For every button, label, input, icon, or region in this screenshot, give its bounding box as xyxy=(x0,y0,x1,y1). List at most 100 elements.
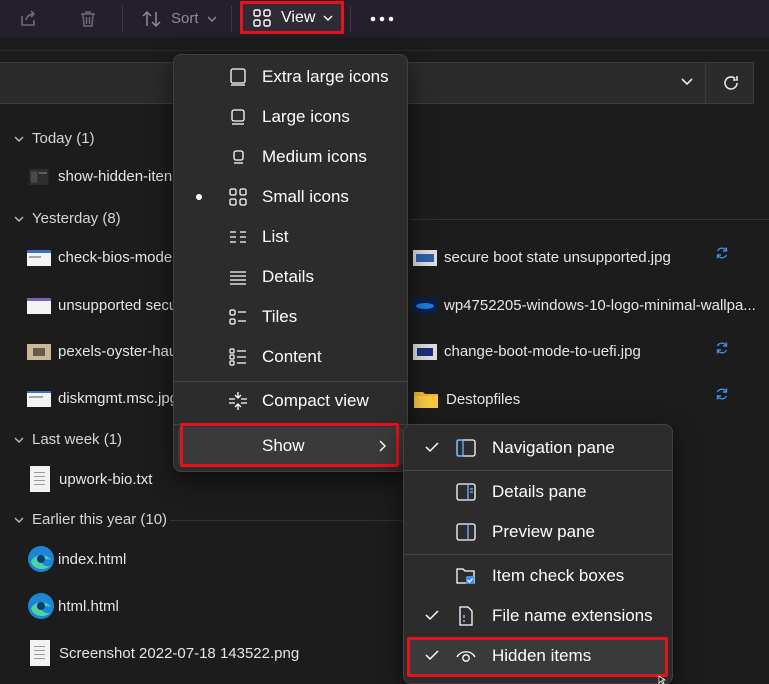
group-header-last-week[interactable]: Last week (1) xyxy=(14,431,122,448)
chevron-down-icon xyxy=(681,78,693,86)
image-thumbnail-icon xyxy=(413,297,437,314)
delete-button[interactable] xyxy=(78,0,98,37)
menu-item-label: Details pane xyxy=(492,482,587,501)
image-thumbnail-icon xyxy=(27,297,51,314)
view-button[interactable]: View xyxy=(240,1,344,34)
navigation-pane-icon xyxy=(456,439,476,457)
image-thumbnail-icon xyxy=(27,249,51,266)
selected-bullet-icon xyxy=(196,194,202,200)
more-options-button[interactable] xyxy=(370,0,394,37)
file-name: unsupported secu xyxy=(58,297,178,314)
menu-item-label: Small icons xyxy=(262,187,349,206)
menu-item-label: Navigation pane xyxy=(492,438,615,457)
file-item[interactable]: wp4752205-windows-10-logo-minimal-wallpa… xyxy=(413,297,756,314)
edge-browser-icon xyxy=(28,546,54,572)
menu-item-label: Large icons xyxy=(262,107,350,126)
view-label: View xyxy=(281,8,316,26)
sort-icon xyxy=(142,10,161,27)
menu-item-medium-icons[interactable]: Medium icons xyxy=(178,138,403,176)
file-item[interactable]: html.html xyxy=(27,592,119,620)
menu-item-compact-view[interactable]: Compact view xyxy=(178,382,403,420)
group-header-today[interactable]: Today (1) xyxy=(14,130,95,147)
image-thumbnail-icon xyxy=(413,249,437,266)
show-highlight-box xyxy=(180,423,399,467)
delete-icon xyxy=(81,10,95,27)
share-button[interactable] xyxy=(18,0,38,37)
file-item[interactable]: Screenshot 2022-07-18 143522.png xyxy=(30,640,299,666)
file-item[interactable]: pexels-oyster-hau xyxy=(27,343,177,360)
chevron-down-icon xyxy=(207,16,217,22)
menu-item-small-icons[interactable]: Small icons xyxy=(178,178,403,216)
menu-item-navigation-pane[interactable]: Navigation pane xyxy=(408,429,668,467)
menu-item-label: File name extensions xyxy=(492,606,653,625)
menu-separator xyxy=(404,554,672,555)
toolbar-separator xyxy=(231,6,232,32)
menu-item-label: Medium icons xyxy=(262,147,367,166)
file-item[interactable]: secure boot state unsupported.jpg xyxy=(413,249,671,266)
refresh-icon xyxy=(724,76,738,90)
menu-item-label: Compact view xyxy=(262,391,369,410)
menu-item-details-pane[interactable]: Details pane xyxy=(408,473,668,511)
file-name: check-bios-mode xyxy=(58,249,173,266)
menu-item-preview-pane[interactable]: Preview pane xyxy=(408,513,668,551)
sync-status-icon xyxy=(716,388,728,400)
folder-item[interactable]: Destopfiles xyxy=(413,389,520,409)
image-thumbnail-icon xyxy=(27,343,51,360)
chevron-down-icon xyxy=(14,216,24,222)
content-icon xyxy=(229,348,246,366)
file-item[interactable]: show-hidden-iten xyxy=(27,168,172,185)
menu-item-label: Extra large icons xyxy=(262,67,389,86)
menu-item-label: Details xyxy=(262,267,314,286)
folder-icon xyxy=(414,392,438,408)
toolbar-separator xyxy=(350,6,351,32)
refresh-button[interactable] xyxy=(721,73,741,93)
sort-button[interactable]: Sort xyxy=(141,0,217,37)
file-item[interactable]: change-boot-mode-to-uefi.jpg xyxy=(413,343,641,360)
group-divider xyxy=(170,520,402,521)
view-menu: Extra large icons Large icons Medium ico… xyxy=(173,54,408,472)
file-name: diskmgmt.msc.jpg xyxy=(58,390,179,407)
group-header-yesterday[interactable]: Yesterday (8) xyxy=(14,210,121,227)
small-icons-icon xyxy=(229,188,247,206)
menu-item-file-name-extensions[interactable]: File name extensions xyxy=(408,597,668,635)
menu-item-content[interactable]: Content xyxy=(178,338,403,376)
details-pane-icon xyxy=(456,483,476,501)
file-name: change-boot-mode-to-uefi.jpg xyxy=(444,343,641,360)
toolbar-divider xyxy=(0,50,769,51)
chevron-down-icon xyxy=(323,15,333,21)
file-name: index.html xyxy=(58,550,127,568)
tiles-icon xyxy=(229,309,246,325)
menu-item-list[interactable]: List xyxy=(178,218,403,256)
menu-item-label: Content xyxy=(262,347,322,366)
menu-item-large-icons[interactable]: Large icons xyxy=(178,98,403,136)
edge-browser-icon xyxy=(28,593,54,619)
group-divider xyxy=(410,219,769,220)
file-item[interactable]: index.html xyxy=(27,545,126,573)
more-icon xyxy=(370,16,394,21)
menu-item-extra-large-icons[interactable]: Extra large icons xyxy=(178,58,403,96)
medium-icons-icon xyxy=(233,150,244,164)
file-item[interactable]: upwork-bio.txt xyxy=(30,466,152,492)
group-label: Today (1) xyxy=(32,130,95,147)
image-thumbnail-icon xyxy=(30,640,50,666)
large-icons-icon xyxy=(231,109,245,125)
details-icon xyxy=(230,271,246,285)
file-item[interactable]: diskmgmt.msc.jpg xyxy=(27,390,178,407)
file-extensions-icon xyxy=(459,606,473,626)
file-item[interactable]: unsupported secu xyxy=(27,297,177,314)
file-item[interactable]: check-bios-mode xyxy=(27,249,172,266)
menu-item-label: Item check boxes xyxy=(492,566,625,585)
file-name: pexels-oyster-hau xyxy=(58,343,178,360)
chevron-down-icon xyxy=(14,136,24,142)
folder-name: Destopfiles xyxy=(446,390,521,408)
chevron-down-icon xyxy=(14,437,24,443)
menu-item-label: List xyxy=(262,227,289,246)
menu-separator xyxy=(404,470,672,471)
group-header-earlier-this-year[interactable]: Earlier this year (10) xyxy=(14,511,167,528)
menu-item-item-check-boxes[interactable]: Item check boxes xyxy=(408,557,668,595)
sync-status-icon xyxy=(716,342,728,354)
menu-item-tiles[interactable]: Tiles xyxy=(178,298,403,336)
address-history-button[interactable] xyxy=(680,77,694,87)
file-name: Screenshot 2022-07-18 143522.png xyxy=(59,644,300,662)
menu-item-details[interactable]: Details xyxy=(178,258,403,296)
